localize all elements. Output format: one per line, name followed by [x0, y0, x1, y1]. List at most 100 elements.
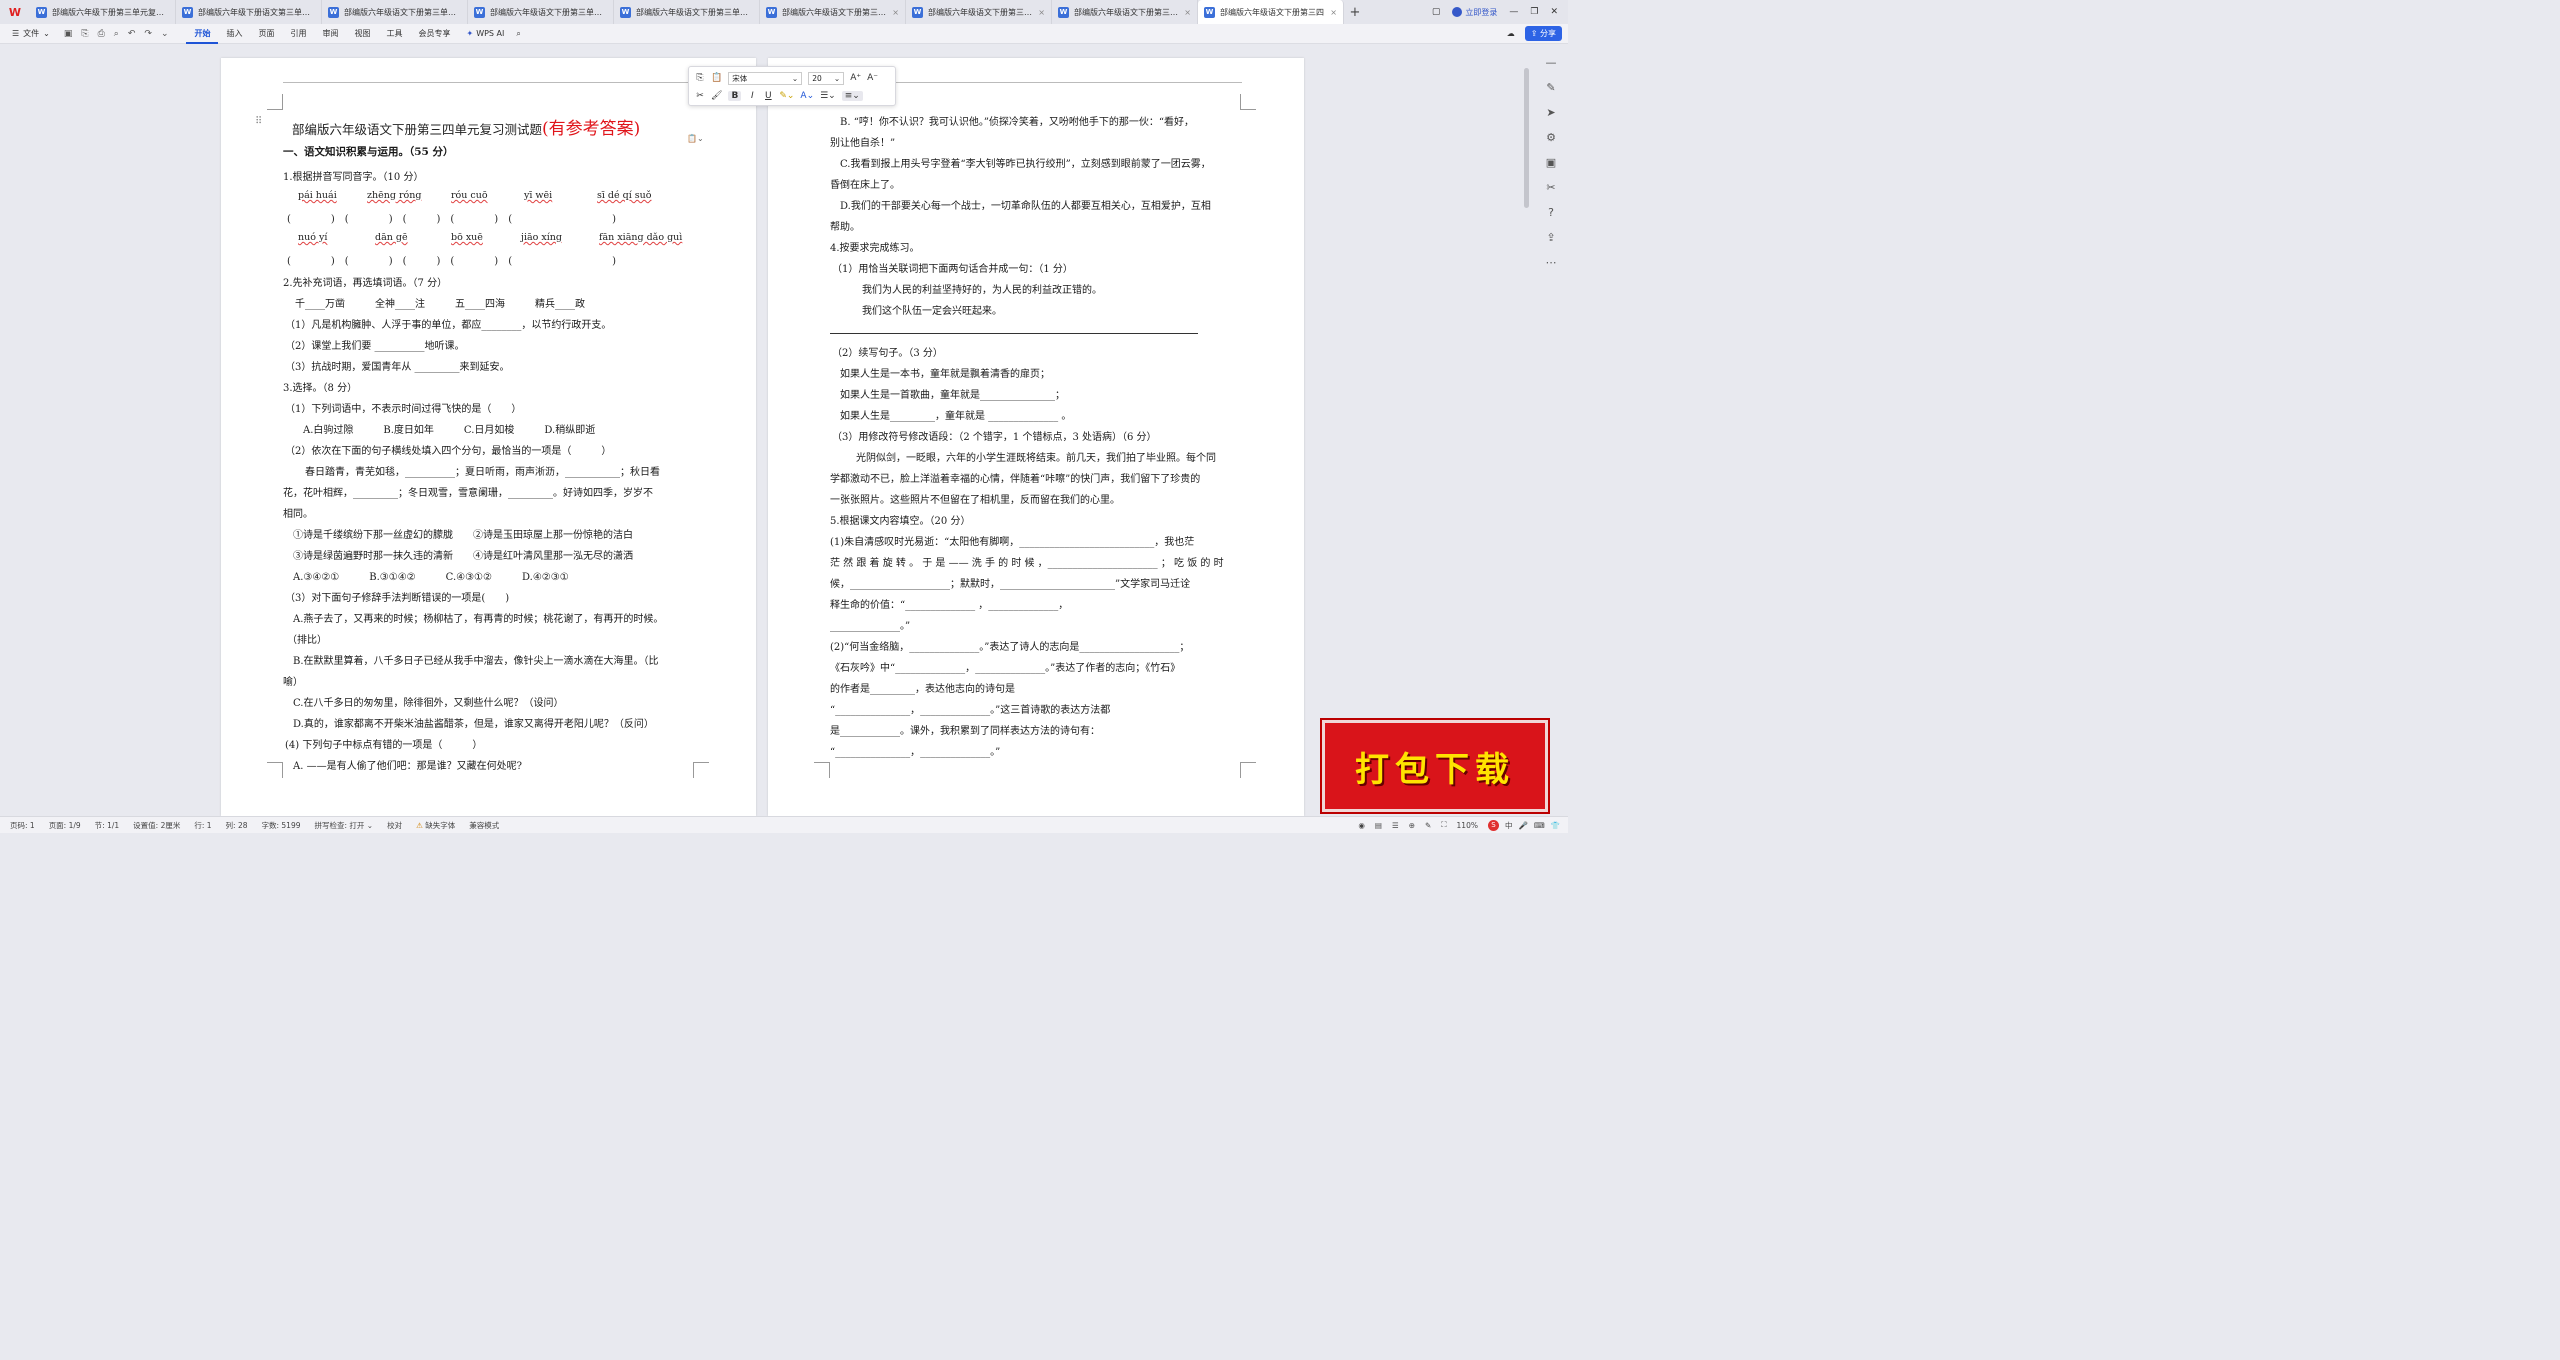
file-menu[interactable]: ☰ 文件 ⌄	[12, 28, 50, 39]
window-layout-icon[interactable]: ▢	[1432, 7, 1441, 17]
eye-icon[interactable]: ◉	[1358, 821, 1365, 830]
image-icon[interactable]: ▣	[1546, 156, 1556, 169]
print-icon[interactable]: ⎙	[98, 29, 105, 39]
line-spacing-icon[interactable]: ☰⌄	[820, 91, 836, 101]
menu-references[interactable]: 引用	[282, 24, 314, 44]
question-text: （2）续写句子。（3 分）	[832, 348, 943, 359]
page-corner-mark	[267, 762, 283, 778]
globe-icon[interactable]: ⊕	[1409, 821, 1415, 830]
more-icon[interactable]: ⋯	[1546, 256, 1557, 269]
tools-icon[interactable]: ✂	[1546, 181, 1555, 194]
question-1: 1.根据拼音写同音字。（10 分）	[283, 172, 424, 183]
pointer-icon[interactable]: ➤	[1546, 106, 1555, 119]
italic-button[interactable]: I	[747, 91, 757, 101]
edit-icon[interactable]: ✎	[1425, 821, 1431, 830]
menu-review[interactable]: 审阅	[314, 24, 346, 44]
undo-icon[interactable]: ↶	[128, 29, 136, 39]
wps-ai-button[interactable]: ✦ WPS AI	[458, 29, 512, 38]
decrease-font-icon[interactable]: A⁻	[867, 73, 878, 83]
close-icon[interactable]: ×	[892, 8, 899, 17]
redo-icon[interactable]: ↷	[144, 29, 152, 39]
font-size-select[interactable]: 20 ⌄	[808, 71, 845, 85]
doc-tab[interactable]: W 部编版六年级下册语文第三单元测试	[176, 0, 322, 24]
mic-icon[interactable]: 🎤	[1518, 821, 1527, 830]
align-icon[interactable]: ≡⌄	[841, 91, 863, 101]
save-icon[interactable]: ▣	[64, 29, 73, 39]
options: A.③④②① B.③①④② C.④③①② D.④②③①	[293, 572, 569, 583]
doc-tab[interactable]: W 部编版六年级下册第三单元复习卷.d	[30, 0, 176, 24]
menu-member[interactable]: 会员专享	[410, 24, 458, 44]
close-window-icon[interactable]: ✕	[1550, 7, 1558, 17]
close-icon[interactable]: ×	[1184, 8, 1191, 17]
doc-tab[interactable]: W部编版六年级语文下册第三单元测×	[760, 0, 906, 24]
doc-tab[interactable]: W 部编版六年级语文下册第三单元复习	[614, 0, 760, 24]
share-icon[interactable]: ⇪	[1546, 231, 1555, 244]
question-text: （2）依次在下面的句子横线处填入四个分句，最恰当的一项是（ ）	[285, 446, 612, 457]
tshirt-icon[interactable]: 👕	[1551, 821, 1560, 830]
maximize-icon[interactable]: ❐	[1530, 7, 1538, 17]
fit-icon[interactable]: ⛶	[1441, 820, 1446, 830]
cut-icon[interactable]: ✂	[695, 91, 705, 101]
sogou-icon[interactable]: S	[1487, 819, 1499, 831]
doc-tab[interactable]: W 部编版六年级语文下册第三单元习	[468, 0, 614, 24]
login-button[interactable]: 立即登录	[1452, 7, 1497, 18]
doc-tab-active[interactable]: W 部编版六年级语文下册第三四 ×	[1198, 0, 1344, 24]
menu-tools[interactable]: 工具	[378, 24, 410, 44]
menu-page[interactable]: 页面	[250, 24, 282, 44]
font-family-select[interactable]: 宋体 ⌄	[728, 71, 803, 85]
font-color-icon[interactable]: A⌄	[800, 91, 814, 101]
status-pages[interactable]: 页面: 1/9	[49, 820, 81, 831]
format-painter-icon[interactable]: 🖌	[711, 91, 722, 101]
cloud-icon[interactable]: ☁	[1507, 29, 1515, 38]
minimize-icon[interactable]: —	[1509, 7, 1518, 17]
ime-chinese-icon[interactable]: 中	[1505, 820, 1513, 831]
page-corner-mark	[1240, 762, 1256, 778]
drag-handle-icon[interactable]: ⠿	[255, 116, 262, 127]
help-icon[interactable]: ?	[1548, 206, 1554, 219]
question-text: （1）凡是机构臃肿、人浮于事的单位，都应________，以节约行政开支。	[285, 320, 612, 331]
close-icon[interactable]: ×	[1038, 8, 1045, 17]
question-text: A. ——是有人偷了他们吧：那是谁？又藏在何处呢?	[293, 761, 522, 772]
chevron-down-icon: ⌄	[791, 73, 799, 83]
vertical-scrollbar[interactable]	[1524, 68, 1529, 208]
search-icon[interactable]: ⌕	[512, 29, 520, 39]
doc-tab[interactable]: W部编版六年级语文下册第三单元测×	[906, 0, 1052, 24]
minus-icon[interactable]: —	[1546, 56, 1557, 69]
status-spellcheck[interactable]: 拼写检查: 打开 ⌄	[315, 820, 374, 831]
question-text: 花，花叶相辉，_________；冬日观雪，雪意阑珊，_________。好诗如…	[283, 488, 653, 499]
question-2: 2.先补充词语，再选填词语。（7 分）	[283, 278, 448, 289]
zoom-level[interactable]: 110%	[1457, 821, 1478, 830]
paste-options-icon[interactable]: 📋⌄	[687, 134, 704, 143]
status-proof[interactable]: 校对	[387, 820, 402, 831]
status-right: ◉ ▤ ☰ ⊕ ✎ ⛶ 110% S 中 🎤 ⌨ 👕	[1358, 819, 1568, 831]
paste-icon[interactable]: 📋	[711, 73, 722, 83]
chevron-down-icon[interactable]: ⌄	[161, 29, 169, 39]
list-view-icon[interactable]: ☰	[1392, 821, 1399, 830]
settings-sliders-icon[interactable]: ⚙	[1546, 131, 1556, 144]
status-words[interactable]: 字数: 5199	[262, 820, 301, 831]
pen-icon[interactable]: ✎	[1546, 81, 1555, 94]
status-compat: 兼容模式	[469, 820, 500, 830]
menu-view[interactable]: 视图	[346, 24, 378, 44]
copy-icon[interactable]: ⎘	[695, 73, 705, 83]
bold-button[interactable]: B	[728, 91, 742, 101]
underline-button[interactable]: U	[763, 91, 773, 101]
page-view-icon[interactable]: ▤	[1375, 821, 1382, 830]
highlight-icon[interactable]: ✎⌄	[779, 91, 794, 101]
export-icon[interactable]: ⎘	[81, 29, 88, 39]
close-icon[interactable]: ×	[1330, 8, 1337, 17]
keyboard-icon[interactable]: ⌨	[1534, 821, 1545, 830]
menu-insert[interactable]: 插入	[218, 24, 250, 44]
increase-font-icon[interactable]: A⁺	[850, 73, 861, 83]
status-row: 行: 1	[194, 820, 212, 830]
new-tab-icon[interactable]: +	[1344, 0, 1366, 24]
question-text: （2）课堂上我们要 __________地听课。	[285, 341, 465, 352]
menu-home[interactable]: 开始	[186, 24, 219, 44]
wps-logo-icon[interactable]: W	[0, 0, 30, 24]
doc-tab[interactable]: W 部编版六年级语文下册第三单元测试	[322, 0, 468, 24]
download-banner[interactable]: 打包下载	[1322, 720, 1548, 812]
share-button[interactable]: ⇪ 分享	[1524, 26, 1562, 41]
doc-tab[interactable]: W部编版六年级语文下册第三单元综合×	[1052, 0, 1198, 24]
preview-icon[interactable]: ⌕	[114, 29, 119, 39]
status-missing-font[interactable]: ⚠ 缺失字体	[416, 820, 455, 831]
